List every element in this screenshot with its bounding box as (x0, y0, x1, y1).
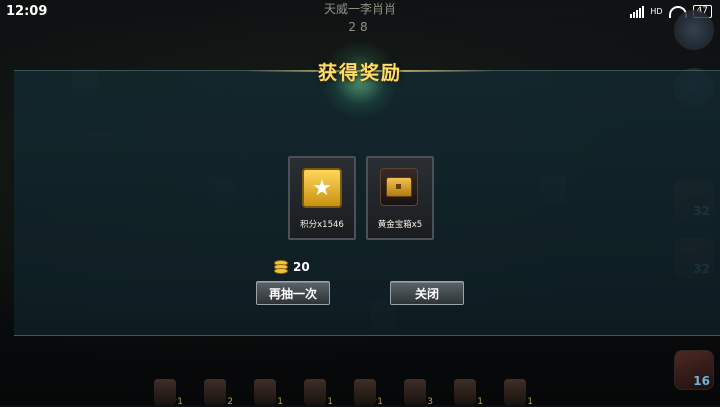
unit-count: 1 (327, 397, 333, 407)
card-count: 16 (693, 374, 710, 388)
draw-cost: 20 (272, 260, 310, 274)
reward-label: 黄金宝箱x5 (377, 220, 423, 230)
unit-count: 1 (377, 397, 383, 407)
unit-count: 1 (277, 397, 283, 407)
star-icon: ★ (302, 168, 342, 208)
round-number: 28 (348, 20, 372, 34)
cost-amount: 20 (293, 260, 310, 274)
gold-coin-icon (272, 260, 288, 274)
close-button[interactable]: 关闭 (390, 281, 464, 305)
unit-slot[interactable]: 1 (504, 379, 533, 407)
redraw-button[interactable]: 再抽一次 (256, 281, 330, 305)
unit-slot[interactable]: 1 (254, 379, 283, 407)
unit-slot[interactable]: 1 (154, 379, 183, 407)
card-slot-3[interactable]: 16 (674, 350, 714, 390)
reward-item-chest: 黄金宝箱x5 (366, 156, 434, 240)
opponent-name: 天威一李肖肖 (323, 2, 396, 16)
unit-count: 2 (227, 397, 233, 407)
reward-label: 积分x1546 (300, 220, 344, 230)
unit-bar: 1 2 1 1 1 3 1 1 (140, 369, 540, 407)
unit-slot[interactable]: 1 (354, 379, 383, 407)
settings-icon[interactable] (674, 10, 714, 50)
reward-item-points: ★ 积分x1546 (288, 156, 356, 240)
unit-count: 1 (477, 397, 483, 407)
dialog-title: 获得奖励 (317, 62, 402, 84)
unit-count: 3 (427, 397, 433, 407)
unit-slot[interactable]: 1 (454, 379, 483, 407)
unit-count: 1 (177, 397, 183, 407)
unit-slot[interactable]: 3 (404, 379, 433, 407)
unit-slot[interactable]: 2 (204, 379, 233, 407)
unit-slot[interactable]: 1 (304, 379, 333, 407)
treasure-chest-icon (380, 168, 418, 206)
unit-count: 1 (527, 397, 533, 407)
